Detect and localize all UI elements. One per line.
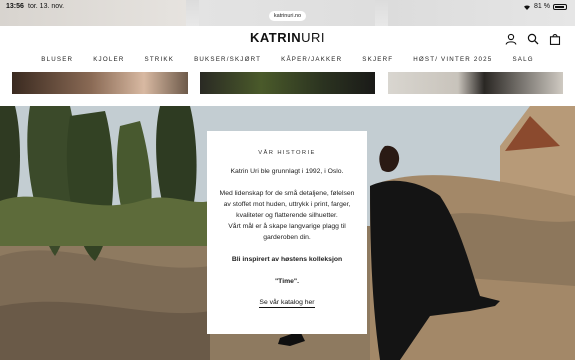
user-icon[interactable] [505,33,517,45]
collection-name: "Time". [274,278,300,285]
product-image[interactable] [200,72,375,94]
nav-item-salg[interactable]: SALG [512,56,533,63]
story-card: VÅR HISTORIE Katrin Uri ble grunnlagt i … [207,131,367,334]
clock: 13:56 [6,3,24,10]
site-logo[interactable]: KATRINURI [0,30,575,45]
nav-item-bukser-skjort[interactable]: BUKSER/SKJØRT [194,56,261,63]
date: tor. 13. nov. [28,3,65,10]
header-actions [505,33,561,45]
search-icon[interactable] [527,33,539,45]
story-paragraph-line: Med lidenskap for de små detaljene, føle… [219,190,355,197]
nav-item-kaper-jakker[interactable]: KÅPER/JAKKER [281,56,342,63]
catalog-link[interactable]: Se vår katalog her [259,299,315,308]
battery-icon [553,3,567,10]
wifi-icon [524,4,531,10]
story-paragraph-line: Vårt mål er å skape langvarige plagg til [228,223,346,230]
product-image[interactable] [388,72,563,94]
logo-bold: KATRIN [249,30,302,45]
story-paragraph-line: kvaliteter og flatterende silhuetter. [236,212,338,219]
nav-item-host-vinter[interactable]: HØST/ VINTER 2025 [413,56,492,63]
url-bar[interactable]: katrinuri.no [269,11,306,21]
product-strip [0,72,575,94]
nav-item-kjoler[interactable]: KJOLER [93,56,124,63]
product-image[interactable] [12,72,188,94]
status-icons: 81 % [523,3,567,10]
story-inspiration: Bli inspirert av høstens kolleksjon [231,256,343,263]
bag-icon[interactable] [549,33,561,45]
nav-item-strikk[interactable]: STRIKK [145,56,175,63]
story-paragraph-line: av stoffet mot huden, uttrykk i print, f… [223,201,351,208]
story-heading: VÅR HISTORIE [258,150,316,156]
story-paragraph-line: garderoben din. [263,234,311,241]
nav-item-skjerf[interactable]: SKJERF [362,56,393,63]
story-intro: Katrin Uri ble grunnlagt i 1992, i Oslo. [230,168,344,175]
status-bar: 13:56 tor. 13. nov. katrinuri.no 81 % [0,0,575,26]
nav-item-bluser[interactable]: BLUSER [41,56,73,63]
main-nav: BLUSER KJOLER STRIKK BUKSER/SKJØRT KÅPER… [0,56,575,63]
battery-percentage: 81 % [534,3,550,10]
logo-light: URI [301,30,326,45]
